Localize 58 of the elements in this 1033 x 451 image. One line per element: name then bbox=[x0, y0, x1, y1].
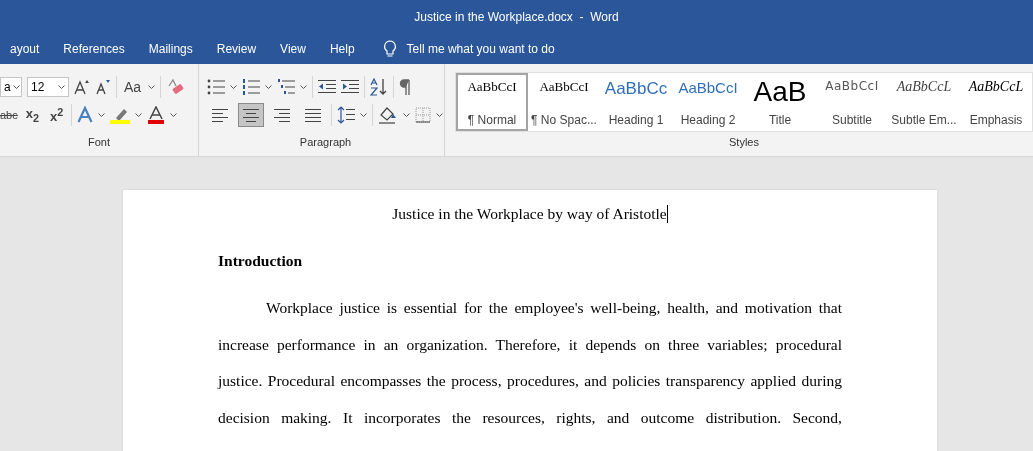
caret-icon[interactable] bbox=[436, 113, 444, 117]
group-label: Font bbox=[88, 136, 111, 150]
bullets-icon[interactable] bbox=[207, 79, 226, 95]
caret-icon[interactable] bbox=[170, 113, 178, 117]
style-option[interactable]: AaBbCcL Subtle Em... bbox=[888, 73, 960, 131]
ribbon-tab[interactable]: Help bbox=[317, 37, 367, 60]
caret-icon[interactable] bbox=[300, 85, 308, 89]
ribbon-tab[interactable]: View bbox=[268, 37, 318, 60]
style-option[interactable]: AaBbCcI Subtitle bbox=[816, 73, 888, 131]
section-heading: Introduction bbox=[218, 252, 303, 269]
ribbon-tab[interactable]: ayout bbox=[0, 37, 52, 60]
lightbulb-icon bbox=[382, 39, 397, 58]
increase-indent-icon[interactable] bbox=[341, 79, 360, 95]
caret-icon[interactable] bbox=[403, 113, 411, 117]
shading-icon[interactable] bbox=[378, 106, 399, 124]
font-color-icon[interactable] bbox=[147, 106, 166, 124]
window-title: Justice in the Workplace.docx - Word bbox=[414, 9, 619, 24]
decrease-indent-icon[interactable] bbox=[318, 79, 337, 95]
sort-icon[interactable] bbox=[370, 78, 389, 96]
style-option[interactable]: AaBbCcL Emphasis bbox=[960, 73, 1032, 131]
caret-icon[interactable] bbox=[148, 85, 156, 89]
text-effects-icon[interactable] bbox=[77, 106, 94, 124]
group-label: Styles bbox=[729, 136, 759, 150]
style-option[interactable]: AaBbCcI Heading 2 bbox=[672, 73, 744, 131]
document-title: Justice in the Workplace by way of Aristotle bbox=[392, 205, 667, 223]
caret-icon[interactable] bbox=[135, 113, 143, 117]
change-case-button[interactable]: Aa bbox=[122, 79, 144, 95]
strikethrough-button[interactable]: abc bbox=[0, 109, 18, 121]
font-size-dropdown[interactable]: 12 bbox=[27, 77, 69, 97]
numbering-icon[interactable] bbox=[242, 79, 261, 95]
align-button[interactable] bbox=[238, 103, 265, 127]
body-paragraph: Workplace justice is essential for the employee's well-being, health, and motivation that increase performance in an organization. Therefore, it depends on three variables; procedural justice. Procedural encompasses the process, procedures, and policies transparency applied during decision making. It incorporates the resources, rights, and outcome distribution. Second, bbox=[218, 298, 842, 429]
pilcrow-icon[interactable] bbox=[399, 79, 412, 95]
eraser-icon[interactable] bbox=[166, 78, 185, 96]
superscript-button[interactable]: x$^{2}$ bbox=[47, 105, 67, 125]
caret-icon[interactable] bbox=[12, 85, 20, 89]
subscript-button[interactable]: x$_{2}$ bbox=[22, 106, 42, 124]
group-label: Paragraph bbox=[299, 136, 352, 150]
style-option[interactable]: AaBbCc Heading 1 bbox=[600, 73, 672, 131]
line-spacing-icon[interactable] bbox=[337, 106, 356, 124]
caret-icon[interactable] bbox=[265, 85, 273, 89]
grow-font-icon[interactable] bbox=[74, 79, 90, 95]
shrink-font-icon[interactable] bbox=[95, 79, 111, 95]
font-name-dropdown[interactable]: a bbox=[0, 77, 22, 97]
style-option[interactable]: AaBbCcI ¶ Normal bbox=[456, 73, 528, 131]
ribbon-tab[interactable]: Mailings bbox=[136, 37, 205, 60]
tell-me-search[interactable]: Tell me what you want to do bbox=[406, 41, 555, 56]
ribbon-tab[interactable]: References bbox=[51, 37, 137, 60]
caret-icon[interactable] bbox=[58, 85, 65, 89]
style-option[interactable]: AaB Title bbox=[744, 73, 816, 131]
borders-icon[interactable] bbox=[415, 107, 432, 123]
style-option[interactable]: AaBbCcI ¶ No Spac... bbox=[528, 73, 600, 131]
ribbon-tab[interactable]: Review bbox=[204, 37, 269, 60]
multilevel-list-icon[interactable] bbox=[277, 79, 296, 95]
caret-icon[interactable] bbox=[360, 113, 368, 117]
caret-icon[interactable] bbox=[230, 85, 238, 89]
caret-icon[interactable] bbox=[98, 113, 106, 117]
highlighter-icon[interactable] bbox=[110, 106, 131, 124]
